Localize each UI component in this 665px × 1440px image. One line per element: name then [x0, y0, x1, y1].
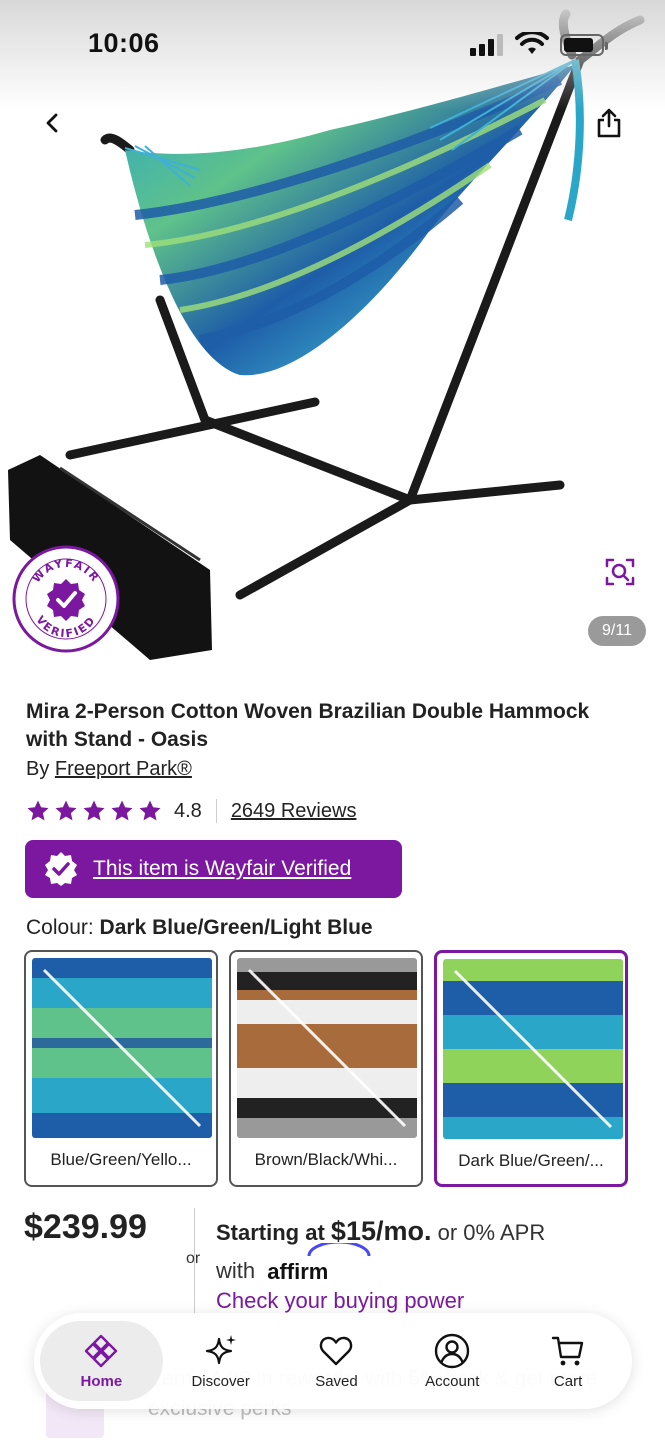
swatch-blue-green-yellow[interactable]: Blue/Green/Yello...: [24, 950, 218, 1187]
nav-label: Discover: [191, 1372, 250, 1390]
visual-search-button[interactable]: [600, 552, 640, 592]
star-icon: [83, 800, 105, 821]
verified-banner-text: This item is Wayfair Verified: [93, 857, 352, 880]
check-buying-power-link[interactable]: Check your buying power: [216, 1288, 464, 1314]
affirm-arc-icon: [307, 1243, 371, 1257]
image-counter: 9/11: [588, 616, 646, 646]
battery-icon: [560, 34, 608, 56]
product-image-gallery[interactable]: WAYFAIR VERIFIED 9/11: [0, 0, 665, 680]
chevron-left-icon: [46, 113, 58, 133]
byline: By Freeport Park®: [26, 758, 192, 781]
rating-value: 4.8: [174, 799, 202, 822]
swatch-image: [237, 958, 417, 1138]
star-icon: [55, 800, 77, 821]
star-icon: [27, 800, 49, 821]
star-icon: [111, 800, 133, 821]
nav-label: Saved: [315, 1372, 358, 1390]
affirm-text: affirm: [267, 1259, 329, 1285]
verified-badge-icon: [45, 852, 77, 886]
bottom-nav: Home Discover Saved Account Cart: [34, 1313, 632, 1409]
rating-row: 4.8 2649 Reviews: [26, 796, 356, 826]
financing-with: with: [216, 1258, 256, 1283]
account-icon: [435, 1333, 470, 1368]
rating-divider: [215, 799, 217, 823]
nav-label: Home: [80, 1372, 123, 1390]
nav-saved[interactable]: Saved: [279, 1321, 395, 1401]
affirm-logo: affirm: [267, 1243, 371, 1291]
home-icon: [85, 1334, 118, 1367]
price: $239.99: [24, 1208, 147, 1246]
sparkle-icon: [205, 1334, 236, 1364]
price-divider: [194, 1208, 195, 1318]
financing-prefix: Starting at: [216, 1220, 325, 1245]
star-icon: [139, 800, 161, 821]
colour-swatches: Blue/Green/Yello... Brown/Black/Whi... D…: [24, 950, 630, 1188]
status-time: 10:06: [88, 28, 160, 58]
nav-label: Account: [425, 1372, 480, 1390]
colour-label: Colour:: [26, 916, 94, 939]
wifi-icon: [515, 32, 549, 54]
brand-link[interactable]: Freeport Park®: [55, 758, 192, 780]
wayfair-verified-seal: WAYFAIR VERIFIED: [12, 545, 120, 653]
cart-icon: [551, 1336, 584, 1365]
share-icon: [597, 108, 621, 138]
back-button[interactable]: [30, 100, 76, 146]
nav-account[interactable]: Account: [394, 1321, 510, 1401]
nav-discover[interactable]: Discover: [163, 1321, 279, 1401]
wayfair-verified-banner[interactable]: This item is Wayfair Verified: [25, 840, 402, 898]
colour-selection-label: Colour: Dark Blue/Green/Light Blue: [26, 916, 373, 940]
reviews-link[interactable]: 2649 Reviews: [231, 800, 357, 823]
heart-icon: [320, 1336, 353, 1365]
swatch-image: [32, 958, 212, 1138]
visual-search-icon: [605, 558, 635, 586]
swatch-dark-blue-green-light-blue[interactable]: Dark Blue/Green/...: [434, 950, 628, 1187]
colour-value: Dark Blue/Green/Light Blue: [99, 916, 373, 939]
financing-amount: $15/mo.: [330, 1216, 432, 1246]
swatch-brown-black-white[interactable]: Brown/Black/Whi...: [229, 950, 423, 1187]
product-title: Mira 2-Person Cotton Woven Brazilian Dou…: [26, 700, 590, 751]
swatch-label: Brown/Black/Whi...: [254, 1150, 398, 1169]
financing-info: Starting at $15/mo. or 0% APR with affir…: [216, 1212, 636, 1291]
swatch-label: Dark Blue/Green/...: [458, 1151, 604, 1170]
byline-prefix: By: [26, 758, 50, 780]
financing-suffix: or 0% APR: [437, 1220, 546, 1245]
swatch-label: Blue/Green/Yello...: [50, 1150, 192, 1169]
rating-stars: [26, 799, 162, 823]
nav-cart[interactable]: Cart: [510, 1321, 626, 1401]
share-button[interactable]: [586, 100, 632, 146]
swatch-image: [443, 959, 623, 1139]
nav-home[interactable]: Home: [40, 1321, 163, 1401]
nav-label: Cart: [553, 1372, 583, 1390]
signal-icon: [470, 34, 506, 56]
status-bar: 10:06: [0, 0, 665, 90]
